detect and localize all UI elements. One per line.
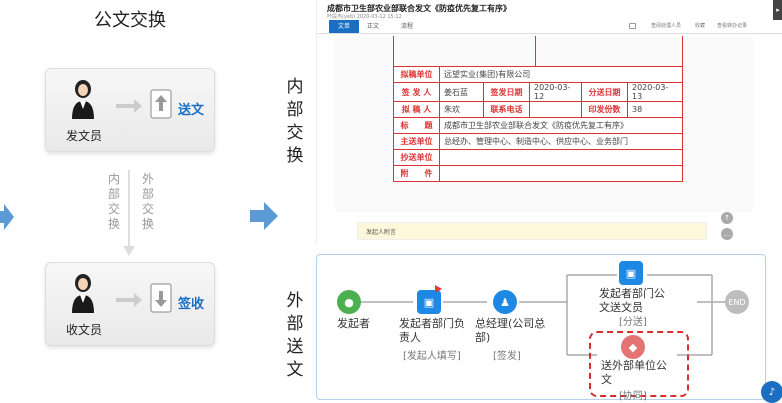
document-meta: 叶段杰(yeb) 2020-03-12 15:12: [327, 14, 402, 20]
flow-chart-panel: ● 发起者 ▣ 发起者部门负 责人 [发起人填写] ♟ 总经理(公司总 部) […: [316, 254, 782, 403]
flow-node-general-manager: 总经理(公司总 部): [475, 317, 546, 344]
tab-bar: 文单 正文 流程 查阅处理人员 收藏 查看转办记录: [317, 20, 782, 34]
toolbar-view-handlers[interactable]: 查阅处理人员: [651, 20, 681, 33]
external-dispatch-node-icon[interactable]: ◆: [621, 335, 645, 359]
toolbar-favorite[interactable]: 收藏: [695, 20, 705, 33]
form-row: 抄送单位: [393, 149, 683, 166]
side-tab-icon[interactable]: ▸: [773, 0, 782, 20]
send-action-label: 送文: [178, 103, 205, 118]
form-label: 签发日期: [483, 82, 530, 102]
form-label: 拟稿单位: [393, 66, 440, 83]
document-upload-icon: [150, 89, 172, 119]
comment-icon[interactable]: [629, 23, 636, 29]
arrow-right-icon: [116, 99, 142, 113]
department-head-node-icon[interactable]: ▣: [417, 290, 441, 314]
arrow-right-icon: [116, 293, 142, 307]
form-row: 主送单位 总经办、管理中心、制造中心、供应中心、业务部门: [393, 133, 683, 150]
page-title: 公文交换: [94, 10, 166, 31]
tab-flow[interactable]: 流程: [401, 20, 413, 33]
form-row: 标 题 成都市卫生部农业部联合发文《防疫优先复工有序》: [393, 117, 683, 134]
sender-card: 发文员 送文: [45, 68, 215, 152]
form-value: 姜石蓝: [439, 82, 484, 102]
person-icon: [72, 80, 94, 119]
sign-action-label: 签收: [178, 297, 205, 312]
form-value: 总经办、管理中心、制造中心、供应中心、业务部门: [439, 133, 683, 150]
toolbar-forward-log[interactable]: 查看转办记录: [717, 20, 747, 33]
form-label: 抄送单位: [393, 149, 440, 166]
form-label: 附 件: [393, 165, 440, 182]
form-value: 2020-03-13: [627, 82, 683, 102]
flow-arrow-icon: [250, 202, 278, 230]
form-row: 拟 稿 人 朱欢 联系电话 印发份数 38: [393, 101, 683, 118]
document-download-icon: [150, 283, 172, 313]
receiver-role: 收文员: [66, 323, 103, 337]
form-label: 拟 稿 人: [393, 101, 440, 118]
form-value: 朱欢: [439, 101, 484, 118]
form-value: [439, 165, 683, 182]
form-value: [529, 101, 582, 118]
flow-arrow-icon: [0, 204, 14, 230]
external-exchange-label: 外 部 交 换: [142, 172, 155, 231]
receiver-card: 收文员 签收: [45, 262, 215, 346]
form-value: 2020-03-12: [529, 82, 582, 102]
flow-node-external-dispatch: 送外部单位公 文: [601, 359, 667, 386]
form-label: 联系电话: [483, 101, 530, 118]
form-value: 远望实业(集团)有限公司: [439, 66, 683, 83]
general-manager-node-icon[interactable]: ♟: [493, 290, 517, 314]
tab-form[interactable]: 文单: [329, 20, 359, 33]
flow-node-department-head: 发起者部门负 责人: [399, 317, 465, 344]
form-value: 38: [627, 101, 683, 118]
flow-node-sub: [分送]: [619, 317, 647, 328]
flow-node-sub: [签发]: [493, 351, 521, 362]
form-value: 成都市卫生部农业部联合发文《防疫优先复工有序》: [439, 117, 683, 134]
flag-icon: [435, 285, 442, 293]
divider-line: [128, 170, 130, 252]
form-label: 分送日期: [581, 82, 628, 102]
person-icon: [72, 274, 94, 313]
initiator-node-icon[interactable]: ●: [337, 290, 361, 314]
form-top-border: [393, 36, 683, 66]
section-label-external: 外 部 送 文: [286, 291, 304, 380]
form-label: 主送单位: [393, 133, 440, 150]
dispatcher-node-icon[interactable]: ▣: [619, 261, 643, 285]
arrow-down-icon: [123, 246, 135, 256]
document-window: 成都市卫生部农业部联合发文《防疫优先复工有序》 叶段杰(yeb) 2020-03…: [316, 0, 782, 244]
sender-role: 发文员: [66, 129, 103, 143]
section-label-internal: 内 部 交 换: [286, 77, 304, 166]
form-label: 标 题: [393, 117, 440, 134]
scroll-up-icon[interactable]: ↑: [721, 212, 733, 224]
flow-node-sub: [发起人填写]: [403, 351, 461, 362]
form-row: 附 件: [393, 165, 683, 182]
form-scroll-area: 拟稿单位 远望实业(集团)有限公司 签 发 人 姜石蓝 签发日期 2020-03…: [335, 36, 753, 212]
initiator-note-label: 发起人附言: [366, 229, 397, 236]
form-value: [439, 149, 683, 166]
flow-node-initiator: 发起者: [337, 317, 370, 330]
tab-body[interactable]: 正文: [367, 20, 379, 33]
initiator-note-bar[interactable]: 发起人附言: [357, 222, 707, 240]
flow-node-dispatcher: 发起者部门公 文送文员: [599, 287, 665, 314]
form-row: 签 发 人 姜石蓝 签发日期 2020-03-12 分送日期 2020-03-1…: [393, 82, 683, 102]
internal-exchange-label: 内 部 交 换: [108, 172, 121, 231]
form-top-divider: [535, 36, 536, 66]
comment-bubble-icon[interactable]: …: [721, 228, 733, 240]
document-form-table: 拟稿单位 远望实业(集团)有限公司 签 发 人 姜石蓝 签发日期 2020-03…: [393, 66, 683, 182]
end-node[interactable]: END: [725, 290, 749, 314]
form-label: 签 发 人: [393, 82, 440, 102]
form-row: 拟稿单位 远望实业(集团)有限公司: [393, 66, 683, 83]
form-label: 印发份数: [581, 101, 628, 118]
